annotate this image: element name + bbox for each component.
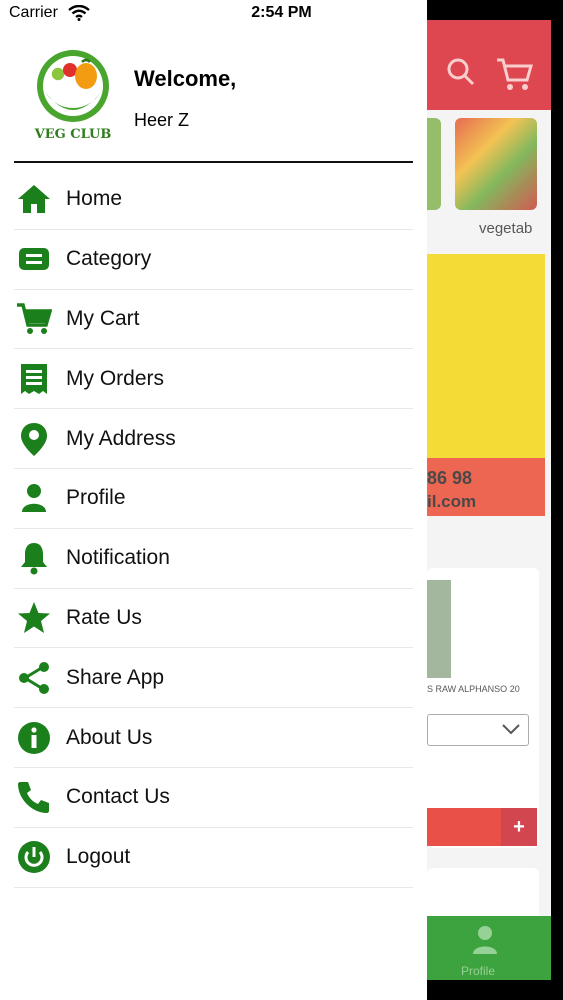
menu-item-rate-us[interactable]: Rate Us — [14, 589, 413, 649]
menu-label: Category — [66, 247, 152, 271]
background-screen: vegetab 86 98 il.com S RAW ALPHANSO 20 +… — [427, 20, 551, 980]
location-pin-icon — [14, 419, 54, 459]
menu-item-logout[interactable]: Logout — [14, 828, 413, 888]
menu-item-contact-us[interactable]: Contact Us — [14, 768, 413, 828]
status-time: 2:54 PM — [251, 4, 312, 21]
star-icon — [14, 598, 54, 638]
menu-label: My Orders — [66, 366, 165, 390]
header-divider — [14, 161, 413, 163]
veg-club-logo: VEG CLUB — [34, 50, 112, 142]
menu-label: About Us — [66, 725, 153, 749]
side-drawer: Carrier 2:54 PM VEG CLUB Welcome, Heer Z… — [0, 0, 427, 1000]
menu-label: Notification — [66, 546, 170, 570]
menu-item-category[interactable]: Category — [14, 230, 413, 290]
menu-label: My Cart — [66, 306, 140, 330]
drawer-menu: Home Category My Cart My Orders My Addre… — [14, 170, 413, 888]
info-icon — [14, 718, 54, 758]
logo-text: VEG CLUB — [34, 127, 112, 142]
menu-label: Rate Us — [66, 605, 142, 629]
person-icon — [14, 478, 54, 518]
menu-label: Contact Us — [66, 785, 170, 809]
dim-overlay[interactable] — [427, 20, 551, 980]
share-icon — [14, 658, 54, 698]
bell-icon — [14, 538, 54, 578]
menu-label: Share App — [66, 665, 165, 689]
category-icon — [14, 239, 54, 279]
menu-item-home[interactable]: Home — [14, 170, 413, 230]
menu-item-my-orders[interactable]: My Orders — [14, 349, 413, 410]
menu-label: Logout — [66, 845, 131, 869]
menu-label: Home — [66, 187, 123, 211]
orders-icon — [14, 359, 54, 399]
menu-item-notification[interactable]: Notification — [14, 529, 413, 589]
background-app: vegetab 86 98 il.com S RAW ALPHANSO 20 +… — [427, 0, 563, 1000]
welcome-heading: Welcome, — [134, 66, 237, 91]
user-name: Heer Z — [134, 110, 190, 130]
menu-item-my-address[interactable]: My Address — [14, 409, 413, 469]
cart-icon — [14, 299, 54, 339]
menu-label: Profile — [66, 486, 126, 510]
phone-icon — [14, 777, 54, 817]
menu-item-profile[interactable]: Profile — [14, 469, 413, 529]
menu-label: My Address — [66, 426, 176, 450]
menu-item-share-app[interactable]: Share App — [14, 648, 413, 709]
menu-item-about-us[interactable]: About Us — [14, 708, 413, 768]
home-icon — [14, 179, 54, 219]
power-icon — [14, 837, 54, 877]
menu-item-my-cart[interactable]: My Cart — [14, 290, 413, 350]
